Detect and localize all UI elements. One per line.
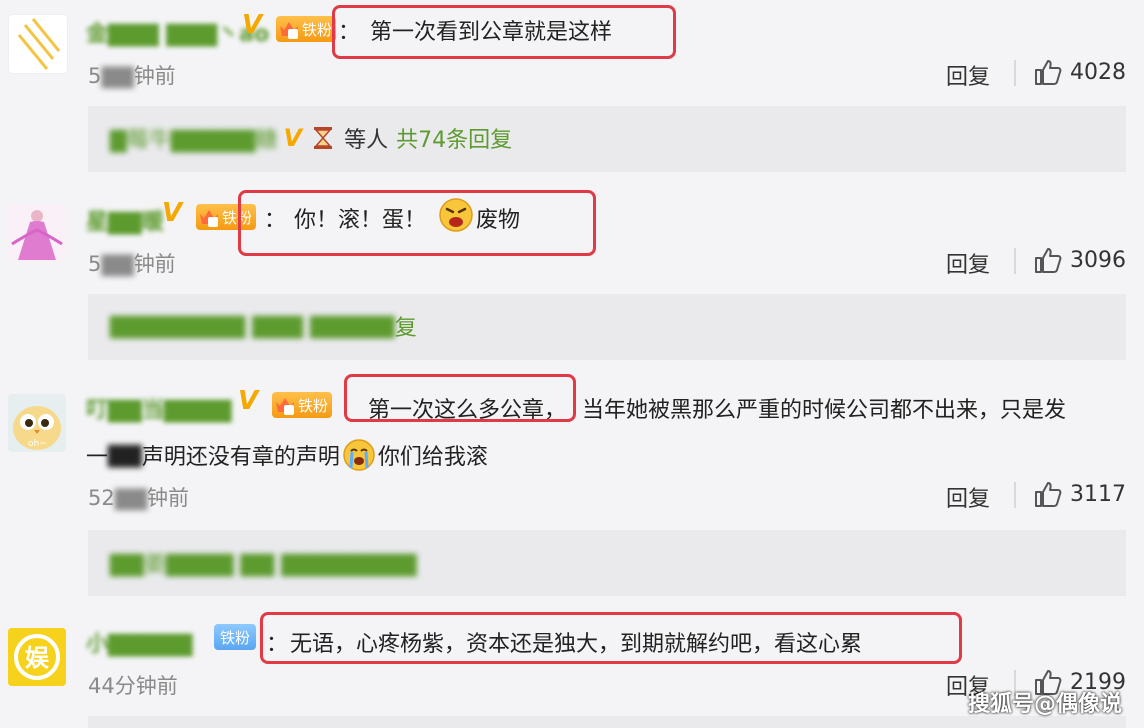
hourglass-icon [314, 127, 333, 149]
like-button[interactable]: 3096 [1034, 246, 1126, 274]
timestamp: 5▇▇钟前 [88, 64, 176, 88]
vip-badge-icon: V [162, 198, 183, 228]
replies-tail: 复 [394, 316, 417, 341]
fan-label: 铁粉 [220, 628, 251, 647]
crown-icon [280, 22, 298, 39]
reply-users: ▇▇姜▇▇▇▇ ▇▇ ▇▇▇▇▇▇▇▇ [110, 552, 417, 577]
like-count: 4028 [1070, 59, 1126, 85]
divider [1014, 482, 1016, 508]
avatar[interactable]: oh~ [8, 394, 66, 452]
like-button[interactable]: 3117 [1034, 480, 1126, 508]
reply-button[interactable]: 回复 [946, 247, 990, 279]
replies-preview[interactable]: ▇▇▇▇▇▇▇▇ ▇▇▇ ▇▇▇▇▇ 复 [88, 294, 1126, 360]
fan-label: 铁粉 [298, 396, 329, 415]
replies-preview[interactable]: ▇莓牛▇▇▇▇▇糖 V 等人 共74条回复 [88, 106, 1126, 172]
svg-text:oh~: oh~ [28, 439, 47, 449]
replies-count[interactable]: 共74条回复 [396, 122, 512, 154]
reply-users: ▇▇▇▇▇▇▇▇ ▇▇▇ ▇▇▇▇▇ [110, 313, 395, 339]
reply-button[interactable]: 回复 [946, 59, 990, 91]
thumbs-up-icon [1035, 60, 1062, 85]
thumbs-up-icon [1035, 248, 1062, 273]
highlight-box [238, 190, 596, 256]
like-button[interactable]: 4028 [1034, 58, 1126, 86]
reply-users: ▇莓牛▇▇▇▇▇糖 [110, 128, 278, 153]
thumbs-up-icon [1035, 482, 1062, 507]
highlight-box [260, 612, 962, 664]
username[interactable]: 星▇▇暖 [86, 204, 164, 236]
avatar[interactable]: 娱 [8, 628, 66, 686]
like-count: 3096 [1070, 247, 1126, 273]
crying-emoji-icon [343, 439, 375, 471]
fan-badge[interactable]: 铁粉 [276, 16, 337, 42]
divider [1014, 60, 1016, 86]
reply-button[interactable]: 回复 [946, 481, 990, 513]
comment-text: 当年她被黑那么严重的时候公司都不出来，只是发 [582, 398, 1067, 423]
highlight-box [332, 5, 676, 59]
crown-icon [276, 398, 294, 415]
vip-badge-icon: V [238, 386, 259, 416]
timestamp: 5▇▇钟前 [88, 252, 176, 276]
timestamp: 52▇▇钟前 [88, 486, 190, 510]
vip-badge-icon: V [283, 124, 303, 152]
divider [1014, 248, 1016, 274]
fan-label: 铁粉 [302, 20, 333, 39]
crown-icon [200, 210, 218, 227]
vip-badge-icon: V [242, 10, 263, 40]
like-count: 3117 [1070, 481, 1126, 507]
avatar[interactable] [8, 14, 68, 74]
replies-preview[interactable]: ▇▇姜▇▇▇▇ ▇▇ ▇▇▇▇▇▇▇▇ [88, 530, 1126, 596]
username[interactable]: 小▇▇▇▇▇ [86, 626, 193, 658]
fan-badge[interactable]: 铁粉 [214, 624, 257, 650]
comment-text-line2: 一 ▇▇ 声明还没有章的声明 你们给我滚 [86, 438, 488, 472]
watermark: 搜狐号@偶像说 [967, 692, 1122, 717]
timestamp: 44分钟前 [88, 674, 178, 698]
avatar[interactable] [8, 204, 66, 262]
username[interactable]: 叮▇▇当▇▇▇▇ [86, 392, 232, 424]
replies-suffix: 等人 [344, 128, 389, 153]
highlight-box [344, 374, 576, 422]
svg-text:娱: 娱 [25, 644, 50, 672]
fan-badge[interactable]: 铁粉 [272, 392, 333, 418]
